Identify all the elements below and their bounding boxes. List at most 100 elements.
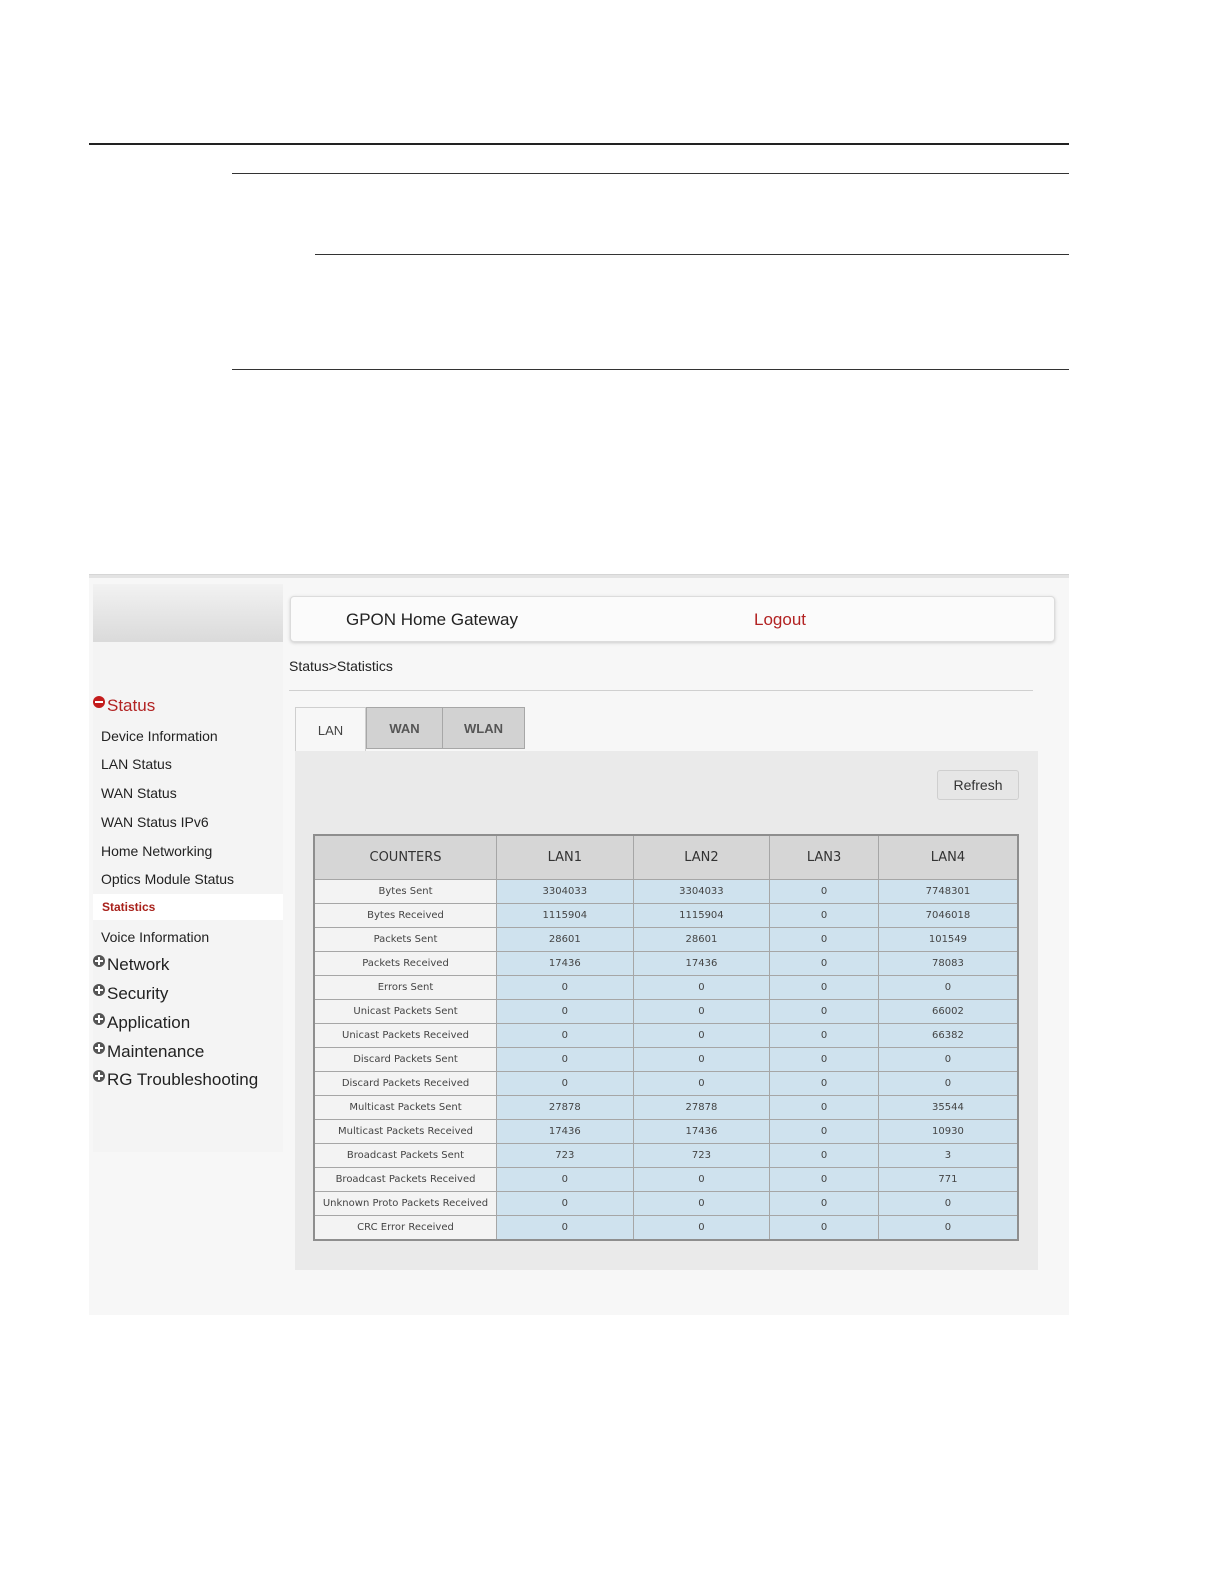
counter-value: 0 bbox=[769, 903, 879, 928]
counter-value: 0 bbox=[632, 1071, 771, 1096]
table-row: Multicast Packets Sent 27878 27878 0 35544 bbox=[313, 1095, 1019, 1120]
sidebar: Status Device Information LAN Status WAN… bbox=[93, 642, 283, 1152]
counter-value: 0 bbox=[632, 1047, 771, 1072]
table-row: Errors Sent 0 0 0 0 bbox=[313, 975, 1019, 1000]
sidebar-item-home-networking[interactable]: Home Networking bbox=[101, 843, 212, 859]
counter-value: 0 bbox=[769, 951, 879, 976]
table-header-row: COUNTERS LAN1 LAN2 LAN3 LAN4 bbox=[313, 834, 1019, 880]
counter-label: Multicast Packets Sent bbox=[313, 1095, 498, 1120]
sidebar-group-network[interactable]: Network bbox=[93, 955, 169, 975]
counter-value: 0 bbox=[769, 975, 879, 1000]
sidebar-group-label: Network bbox=[107, 955, 170, 974]
counter-label: Unknown Proto Packets Received bbox=[313, 1191, 498, 1216]
counter-value: 28601 bbox=[496, 927, 634, 952]
counter-label: Packets Received bbox=[313, 951, 498, 976]
counter-value: 27878 bbox=[496, 1095, 634, 1120]
column-header: LAN2 bbox=[632, 834, 771, 880]
counter-value: 10930 bbox=[877, 1119, 1019, 1144]
sidebar-header bbox=[93, 584, 283, 642]
counter-value: 0 bbox=[632, 999, 771, 1024]
sidebar-group-status[interactable]: Status bbox=[93, 696, 155, 716]
statistics-panel: Refresh COUNTERS LAN1 LAN2 LAN3 LAN4 Byt… bbox=[295, 751, 1038, 1270]
counter-value: 0 bbox=[769, 927, 879, 952]
sidebar-item-label: Statistics bbox=[102, 900, 156, 914]
counter-label: Packets Sent bbox=[313, 927, 498, 952]
counter-value: 78083 bbox=[877, 951, 1019, 976]
expand-icon bbox=[93, 1042, 105, 1054]
sidebar-group-maintenance[interactable]: Maintenance bbox=[93, 1042, 204, 1062]
sidebar-item-statistics[interactable]: Statistics bbox=[93, 894, 283, 920]
sidebar-item-voice-information[interactable]: Voice Information bbox=[101, 929, 209, 945]
refresh-button[interactable]: Refresh bbox=[937, 770, 1019, 800]
sidebar-group-rg-troubleshooting[interactable]: RG Troubleshooting bbox=[93, 1070, 258, 1090]
counter-value: 0 bbox=[632, 1215, 771, 1241]
counter-label: Errors Sent bbox=[313, 975, 498, 1000]
divider bbox=[289, 690, 1033, 691]
sidebar-group-label: Security bbox=[107, 984, 169, 1003]
page-rule bbox=[232, 173, 1069, 174]
expand-icon bbox=[93, 984, 105, 996]
counter-value: 0 bbox=[769, 1023, 879, 1048]
counter-value: 0 bbox=[877, 1215, 1019, 1241]
table-row: Discard Packets Sent 0 0 0 0 bbox=[313, 1047, 1019, 1072]
counter-value: 0 bbox=[496, 1023, 634, 1048]
counter-label: Discard Packets Sent bbox=[313, 1047, 498, 1072]
sidebar-item-optics-module-status[interactable]: Optics Module Status bbox=[101, 871, 234, 887]
counter-value: 0 bbox=[496, 975, 634, 1000]
tab-wlan[interactable]: WLAN bbox=[442, 707, 525, 749]
counter-value: 0 bbox=[496, 1047, 634, 1072]
counter-label: Discard Packets Received bbox=[313, 1071, 498, 1096]
window-top-edge bbox=[89, 574, 1069, 578]
sidebar-item-wan-status-ipv6[interactable]: WAN Status IPv6 bbox=[101, 814, 209, 830]
counter-value: 723 bbox=[496, 1143, 634, 1168]
counter-value: 0 bbox=[877, 975, 1019, 1000]
counter-value: 0 bbox=[769, 1191, 879, 1216]
sidebar-group-label: Maintenance bbox=[107, 1042, 205, 1061]
expand-icon bbox=[93, 1070, 105, 1082]
sidebar-item-lan-status[interactable]: LAN Status bbox=[101, 756, 172, 772]
counter-label: Bytes Received bbox=[313, 903, 498, 928]
column-header: LAN1 bbox=[496, 834, 634, 880]
counter-value: 0 bbox=[769, 999, 879, 1024]
counter-label: Broadcast Packets Sent bbox=[313, 1143, 498, 1168]
table-row: Bytes Sent 3304033 3304033 0 7748301 bbox=[313, 879, 1019, 904]
counter-value: 0 bbox=[769, 879, 879, 904]
table-row: Bytes Received 1115904 1115904 0 7046018 bbox=[313, 903, 1019, 928]
app-header: GPON Home Gateway Logout bbox=[290, 596, 1055, 642]
router-ui-screenshot: Status Device Information LAN Status WAN… bbox=[89, 574, 1069, 1315]
counter-value: 771 bbox=[877, 1167, 1019, 1192]
counter-value: 101549 bbox=[877, 927, 1019, 952]
sidebar-item-wan-status[interactable]: WAN Status bbox=[101, 785, 177, 801]
table-row: CRC Error Received 0 0 0 0 bbox=[313, 1215, 1019, 1241]
table-row: Packets Sent 28601 28601 0 101549 bbox=[313, 927, 1019, 952]
table-row: Multicast Packets Received 17436 17436 0 109… bbox=[313, 1119, 1019, 1144]
counter-value: 0 bbox=[769, 1119, 879, 1144]
table-row: Unicast Packets Sent 0 0 0 66002 bbox=[313, 999, 1019, 1024]
sidebar-group-label: RG Troubleshooting bbox=[107, 1070, 259, 1089]
sidebar-group-label: Application bbox=[107, 1013, 191, 1032]
counter-value: 7748301 bbox=[877, 879, 1019, 904]
counter-value: 28601 bbox=[632, 927, 771, 952]
counter-value: 0 bbox=[496, 999, 634, 1024]
counter-value: 3304033 bbox=[496, 879, 634, 904]
counter-value: 17436 bbox=[496, 1119, 634, 1144]
page-rule bbox=[232, 369, 1069, 370]
tab-lan[interactable]: LAN bbox=[295, 707, 366, 752]
counter-label: Unicast Packets Received bbox=[313, 1023, 498, 1048]
sidebar-group-application[interactable]: Application bbox=[93, 1013, 190, 1033]
counter-value: 17436 bbox=[496, 951, 634, 976]
counter-value: 1115904 bbox=[496, 903, 634, 928]
table-row: Broadcast Packets Sent 723 723 0 3 bbox=[313, 1143, 1019, 1168]
page-rule-top bbox=[89, 143, 1069, 145]
counter-value: 0 bbox=[769, 1047, 879, 1072]
table-row: Unknown Proto Packets Received 0 0 0 0 bbox=[313, 1191, 1019, 1216]
collapse-icon bbox=[93, 696, 105, 708]
sidebar-item-device-information[interactable]: Device Information bbox=[101, 728, 218, 744]
logout-link[interactable]: Logout bbox=[754, 610, 806, 630]
sidebar-group-security[interactable]: Security bbox=[93, 984, 168, 1004]
tab-wan[interactable]: WAN bbox=[366, 707, 443, 749]
column-header: LAN4 bbox=[877, 834, 1019, 880]
counter-label: Bytes Sent bbox=[313, 879, 498, 904]
counter-label: Unicast Packets Sent bbox=[313, 999, 498, 1024]
counters-table: COUNTERS LAN1 LAN2 LAN3 LAN4 Bytes Sent 3… bbox=[313, 834, 1019, 1241]
